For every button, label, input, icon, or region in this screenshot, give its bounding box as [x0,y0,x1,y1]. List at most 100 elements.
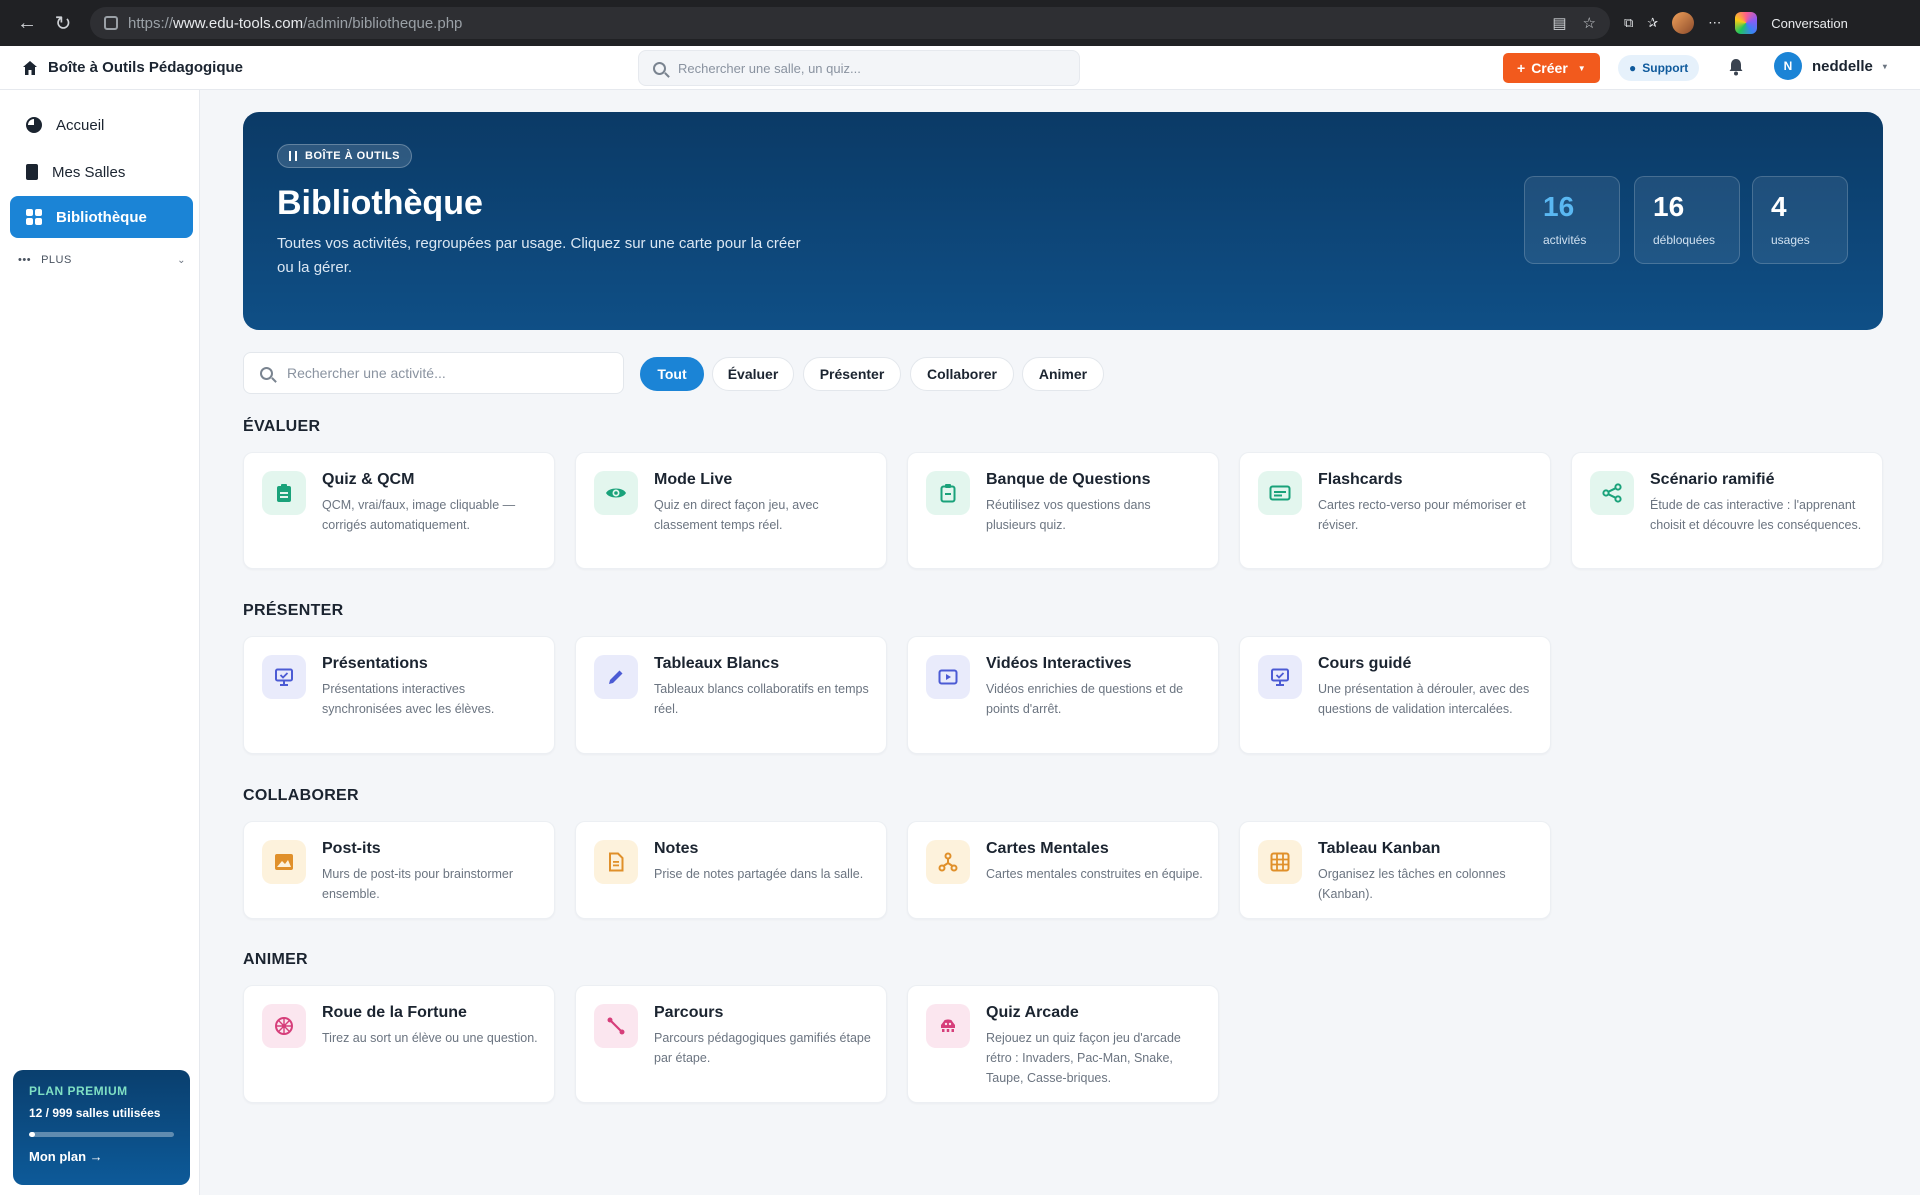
activity-card-post-its[interactable]: Post-its Murs de post-its pour brainstor… [243,821,555,919]
card-title: Notes [654,840,699,857]
filter-chip-collaborer[interactable]: Collaborer [910,357,1014,391]
sidebar-item-mes-salles[interactable]: Mes Salles [10,151,193,193]
create-label: Créer [1531,60,1568,76]
activity-card-scenario-ramifie[interactable]: Scénario ramifié Étude de cas interactiv… [1571,452,1883,569]
user-menu[interactable]: N neddelle ▾ [1774,52,1887,80]
activity-card-tableaux-blancs[interactable]: Tableaux Blancs Tableaux blancs collabor… [575,636,887,754]
brand[interactable]: Boîte à Outils Pédagogique [22,59,243,76]
activity-card-cartes-mentales[interactable]: Cartes Mentales Cartes mentales construi… [907,821,1219,919]
chat-bubble-icon: ● [1629,61,1637,75]
reader-mode-icon[interactable]: ▤ [1552,14,1566,32]
space-invader-icon [926,1004,970,1048]
activity-search-placeholder: Rechercher une activité... [287,365,446,381]
back-icon[interactable]: ← [12,8,42,38]
card-description: Organisez les tâches en colonnes (Kanban… [1318,867,1506,901]
activity-card-notes[interactable]: Notes Prise de notes partagée dans la sa… [575,821,887,919]
activity-card-cours-guide[interactable]: Cours guidé Une présentation à dérouler,… [1239,636,1551,754]
favorites-icon[interactable]: ✰ [1647,15,1658,31]
sidebar-item-accueil[interactable]: Accueil [10,104,193,146]
browser-profile-avatar[interactable] [1672,12,1695,34]
avatar: N [1774,52,1802,80]
activity-card-flashcards[interactable]: Flashcards Cartes recto-verso pour mémor… [1239,452,1551,569]
stat-label: usages [1771,233,1810,247]
card-description: Une présentation à dérouler, avec des qu… [1318,682,1530,716]
kanban-icon [1258,840,1302,884]
activity-card-banque-questions[interactable]: Banque de Questions Réutilisez vos quest… [907,452,1219,569]
favorite-star-icon[interactable]: ☆ [1583,14,1596,32]
card-icon [1258,471,1302,515]
caret-down-icon: ▼ [1577,63,1586,73]
sidebar-item-label: Mes Salles [52,163,126,181]
sidebar-item-bibliotheque[interactable]: Bibliothèque [10,196,193,238]
card-description: Réutilisez vos questions dans plusieurs … [986,498,1151,532]
card-title: Tableau Kanban [1318,840,1441,857]
activity-card-mode-live[interactable]: Mode Live Quiz en direct façon jeu, avec… [575,452,887,569]
presentation-check-icon [1258,655,1302,699]
page-title: Bibliothèque [277,184,483,222]
stat-unlocked: 16 débloquées [1634,176,1740,264]
notification-bell-icon[interactable] [1728,58,1744,76]
sidebar-more-label: PLUS [41,254,72,266]
url-prefix: https:// [128,14,174,32]
hero-tag: BOÎTE À OUTILS [277,144,412,168]
sidebar: Accueil Mes Salles Bibliothèque ••• PLUS… [0,90,200,1195]
card-title: Cours guidé [1318,655,1412,672]
my-plan-link[interactable]: Mon plan → [29,1149,174,1164]
card-description: Prise de notes partagée dans la salle. [654,867,864,881]
copilot-icon[interactable] [1735,12,1758,34]
stat-value: 4 [1771,191,1787,222]
search-icon [260,366,273,380]
reload-icon[interactable]: ↻ [48,8,78,38]
card-description: Cartes recto-verso pour mémoriser et rév… [1318,498,1526,532]
section-title-collaborer: COLLABORER [243,787,359,804]
copilot-label[interactable]: Conversation [1771,16,1848,31]
filter-chip-animer[interactable]: Animer [1022,357,1104,391]
card-title: Vidéos Interactives [986,655,1132,672]
card-title: Cartes Mentales [986,840,1109,857]
activity-search-input[interactable]: Rechercher une activité... [243,352,624,394]
card-description: Tirez au sort un élève ou une question. [322,1031,538,1045]
more-options-icon[interactable]: ⋯ [1708,15,1721,31]
address-bar[interactable]: https:// www.edu-tools.com /admin/biblio… [90,7,1610,39]
support-button[interactable]: ● Support [1618,55,1700,81]
activity-card-quiz-arcade[interactable]: Quiz Arcade Rejouez un quiz façon jeu d'… [907,985,1219,1103]
card-description: Vidéos enrichies de questions et de poin… [986,682,1184,716]
document-icon [594,840,638,884]
card-description: Murs de post-its pour brainstormer ensem… [322,867,514,901]
card-title: Roue de la Fortune [322,1004,467,1021]
page-description: Toutes vos activités, regroupées par usa… [277,235,801,276]
card-description: Rejouez un quiz façon jeu d'arcade rétro… [986,1031,1181,1085]
sidebar-item-label: Accueil [56,116,105,134]
video-icon [926,655,970,699]
activity-card-presentations[interactable]: Présentations Présentations interactives… [243,636,555,754]
image-icon [262,840,306,884]
activity-card-tableau-kanban[interactable]: Tableau Kanban Organisez les tâches en c… [1239,821,1551,919]
premium-title: PLAN PREMIUM [29,1084,128,1098]
global-search-input[interactable]: Rechercher une salle, un quiz... [638,50,1080,86]
extensions-icon[interactable]: ⧉ [1624,15,1633,31]
filter-chip-tout[interactable]: Tout [640,357,704,391]
create-button[interactable]: + Créer ▼ [1503,53,1600,83]
home-icon [23,60,37,75]
chevron-down-icon: ⌄ [177,254,186,266]
card-description: Présentations interactives synchronisées… [322,682,495,716]
activity-card-parcours[interactable]: Parcours Parcours pédagogiques gamifiés … [575,985,887,1103]
activity-card-videos-interactives[interactable]: Vidéos Interactives Vidéos enrichies de … [907,636,1219,754]
card-description: Quiz en direct façon jeu, avec classemen… [654,498,819,532]
eye-icon [594,471,638,515]
filter-chip-presenter[interactable]: Présenter [803,357,901,391]
app-header: Boîte à Outils Pédagogique Rechercher un… [0,46,1920,90]
filter-chip-evaluer[interactable]: Évaluer [712,357,794,391]
clipboard-icon [262,471,306,515]
url-path: /admin/bibliotheque.php [303,14,463,32]
presentation-icon [262,655,306,699]
wheel-icon [262,1004,306,1048]
building-icon [26,164,38,180]
search-icon [653,61,666,75]
sidebar-more-toggle[interactable]: ••• PLUS ⌄ [18,254,186,266]
mind-map-icon [926,840,970,884]
activity-card-quiz-qcm[interactable]: Quiz & QCM QCM, vrai/faux, image cliquab… [243,452,555,569]
stat-usages: 4 usages [1752,176,1848,264]
activity-card-roue-fortune[interactable]: Roue de la Fortune Tirez au sort un élèv… [243,985,555,1103]
card-description: Tableaux blancs collaboratifs en temps r… [654,682,869,716]
